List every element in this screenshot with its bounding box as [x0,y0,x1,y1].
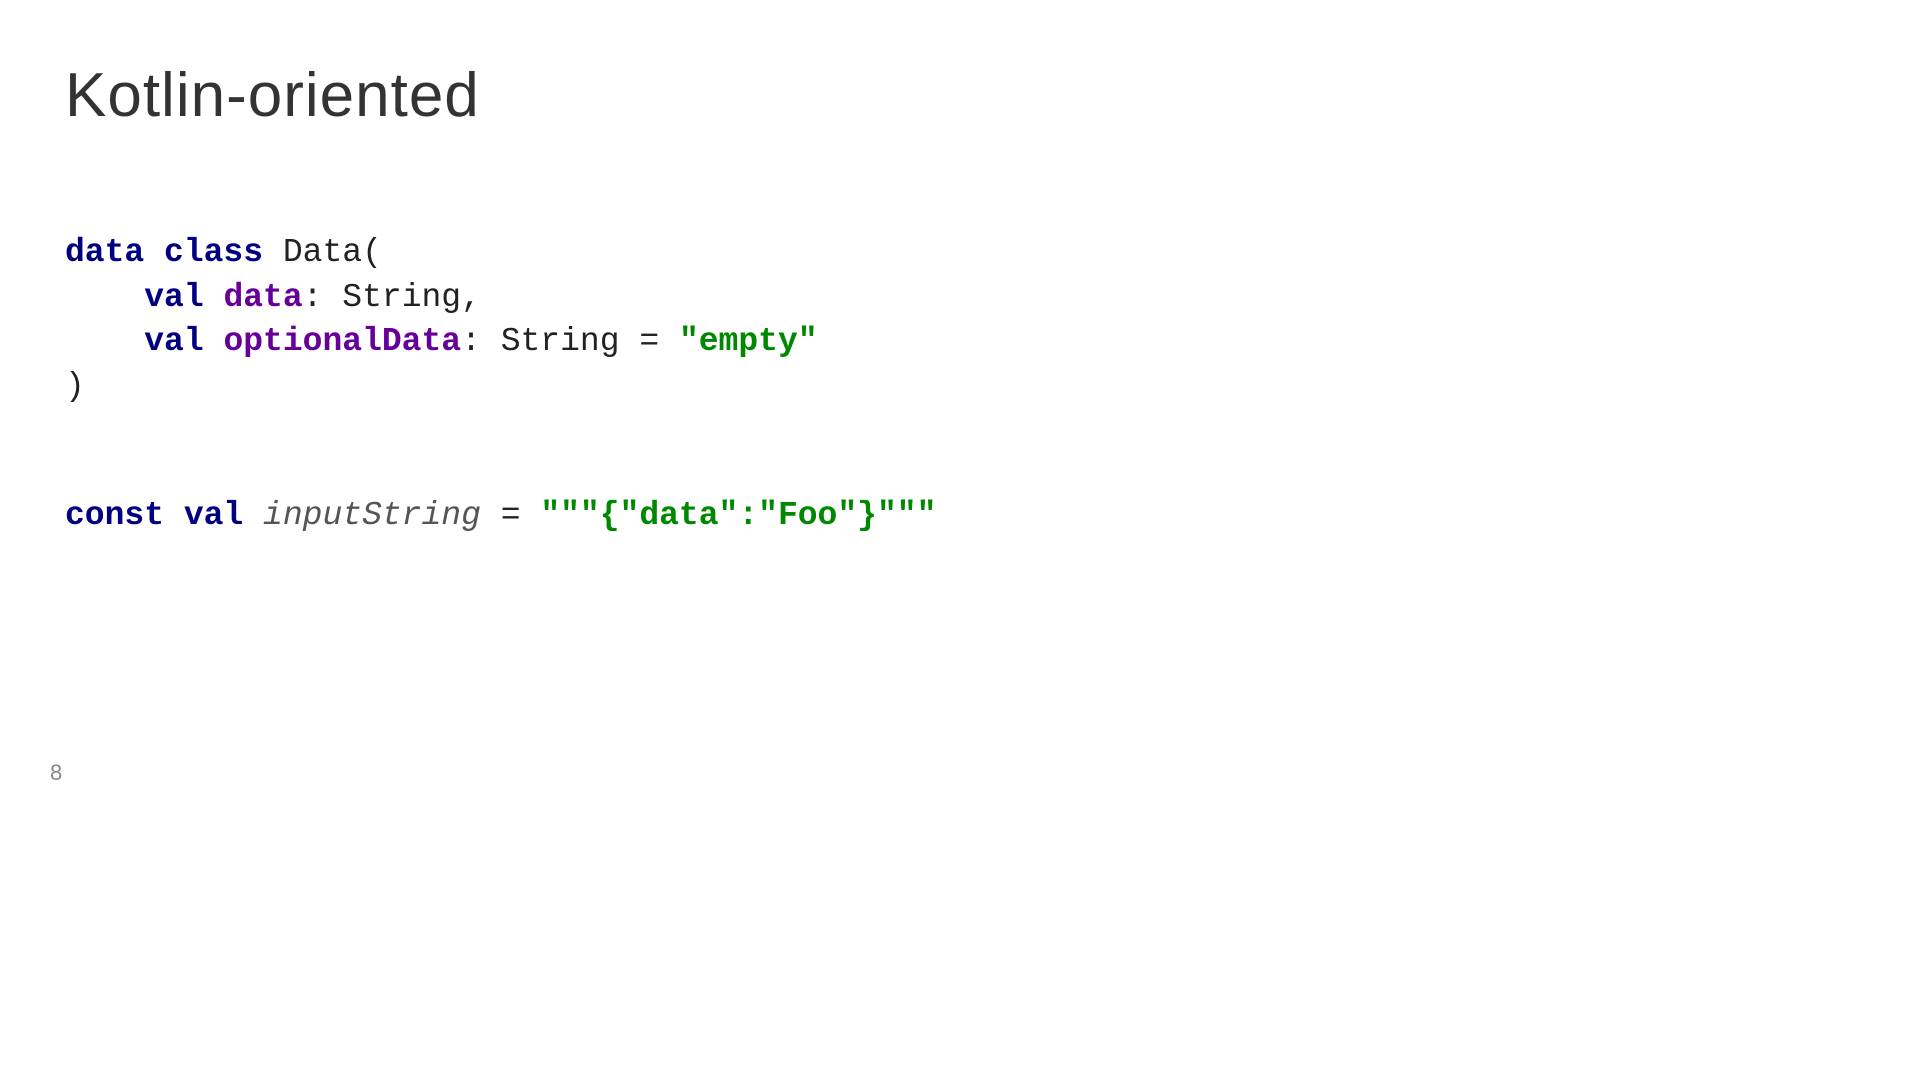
space [243,497,263,534]
property-data: data [204,279,303,316]
class-name: Data( [263,234,382,271]
code-block-2: const val inputString = """{"data":"Foo"… [65,494,1391,539]
indent [65,323,144,360]
string-json: """{"data":"Foo"}""" [540,497,936,534]
keyword-val: val [144,279,203,316]
property-optionaldata: optionalData [204,323,461,360]
keyword-val: val [144,323,203,360]
indent [65,279,144,316]
variable-inputstring: inputString [263,497,481,534]
type-string: : String, [303,279,481,316]
code-block-1: data class Data( val data: String, val o… [65,231,1391,409]
keyword-data-class: data class [65,234,263,271]
close-paren: ) [65,368,85,405]
page-number: 8 [50,760,62,786]
slide-container: Kotlin-oriented data class Data( val dat… [0,0,1456,816]
slide-title: Kotlin-oriented [65,60,1391,131]
string-empty: "empty" [679,323,818,360]
type-string-default: : String = [461,323,679,360]
keyword-const-val: const val [65,497,243,534]
equals: = [481,497,540,534]
